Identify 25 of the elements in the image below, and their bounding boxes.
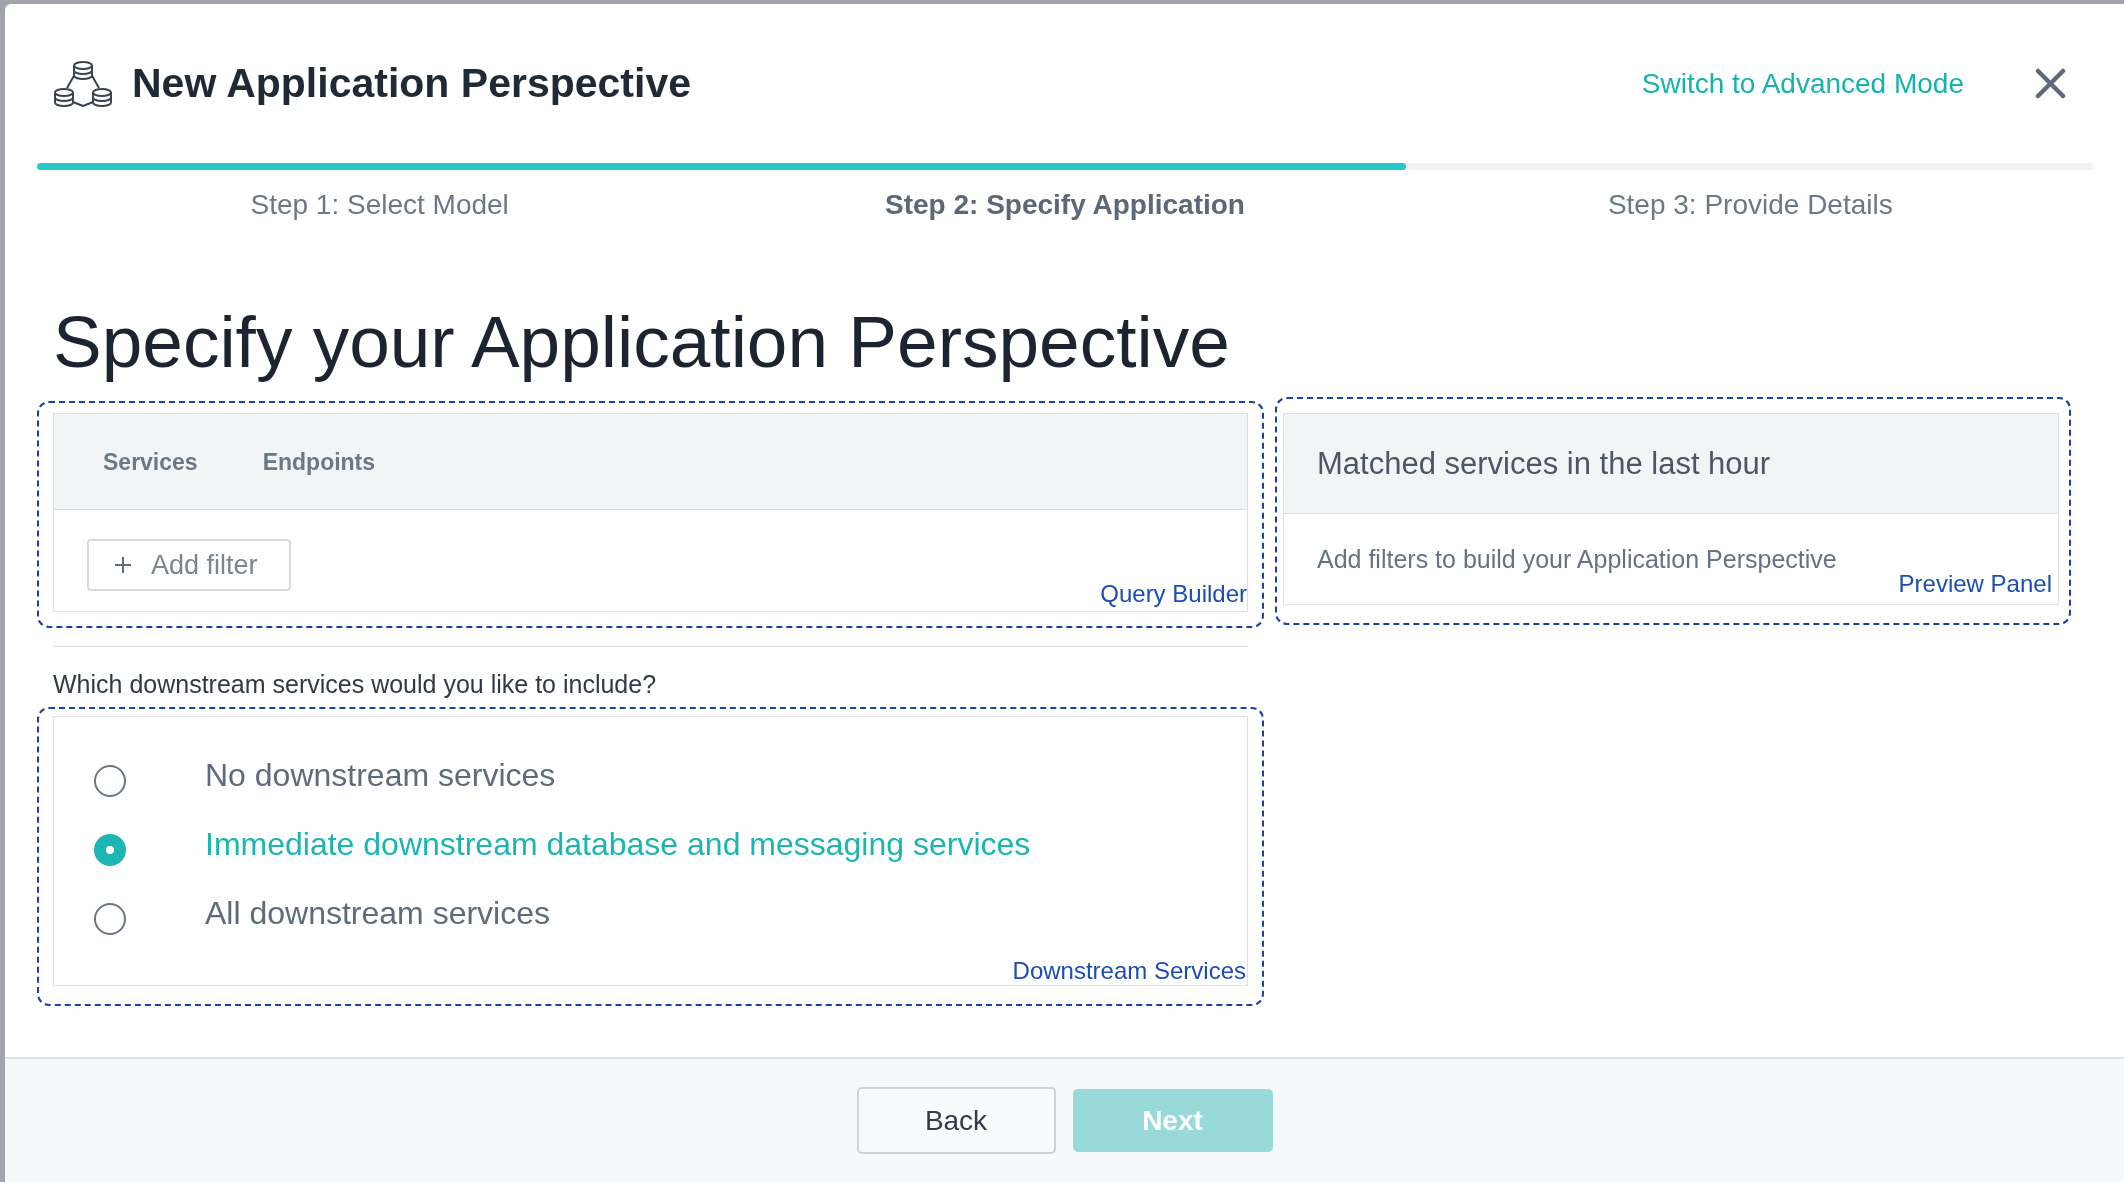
radio-label[interactable]: All downstream services — [205, 895, 550, 932]
plus-icon — [114, 556, 132, 574]
close-button[interactable] — [2035, 68, 2066, 99]
tab[interactable]: Services — [103, 443, 198, 480]
advanced-mode-link[interactable]: Switch to Advanced Mode — [1641, 67, 1964, 100]
step-label: Step 3: Provide Details — [1607, 188, 1893, 222]
stacked-cylinders-icon — [54, 60, 112, 107]
question-text: Which downstream services would you like to include? — [53, 669, 657, 699]
annotation-label: Preview Panel — [1898, 570, 2052, 598]
radio-button[interactable] — [94, 764, 126, 797]
step-label: Step 2: Specify Application — [885, 188, 1245, 222]
annotation-label: Query Builder — [1100, 580, 1247, 608]
radio-label[interactable]: Immediate downstream database and messaging services — [205, 826, 1031, 863]
add-filter-button[interactable]: Add filter — [87, 539, 291, 591]
panel-title: Matched services in the last hour — [1317, 445, 1771, 482]
dialog-title: New Application Perspective — [132, 60, 691, 107]
tab[interactable]: Endpoints — [262, 443, 376, 480]
step-label: Step 1: Select Model — [250, 188, 509, 222]
radio-button[interactable] — [94, 833, 126, 866]
radio-button[interactable] — [94, 902, 126, 935]
back-button[interactable]: Back — [856, 1087, 1056, 1154]
empty-message: Add filters to build your Application Perspective — [1317, 544, 1837, 574]
annotation-label: Downstream Services — [1012, 957, 1246, 985]
close-icon — [2035, 68, 2066, 99]
radio-label[interactable]: No downstream services — [205, 757, 556, 794]
